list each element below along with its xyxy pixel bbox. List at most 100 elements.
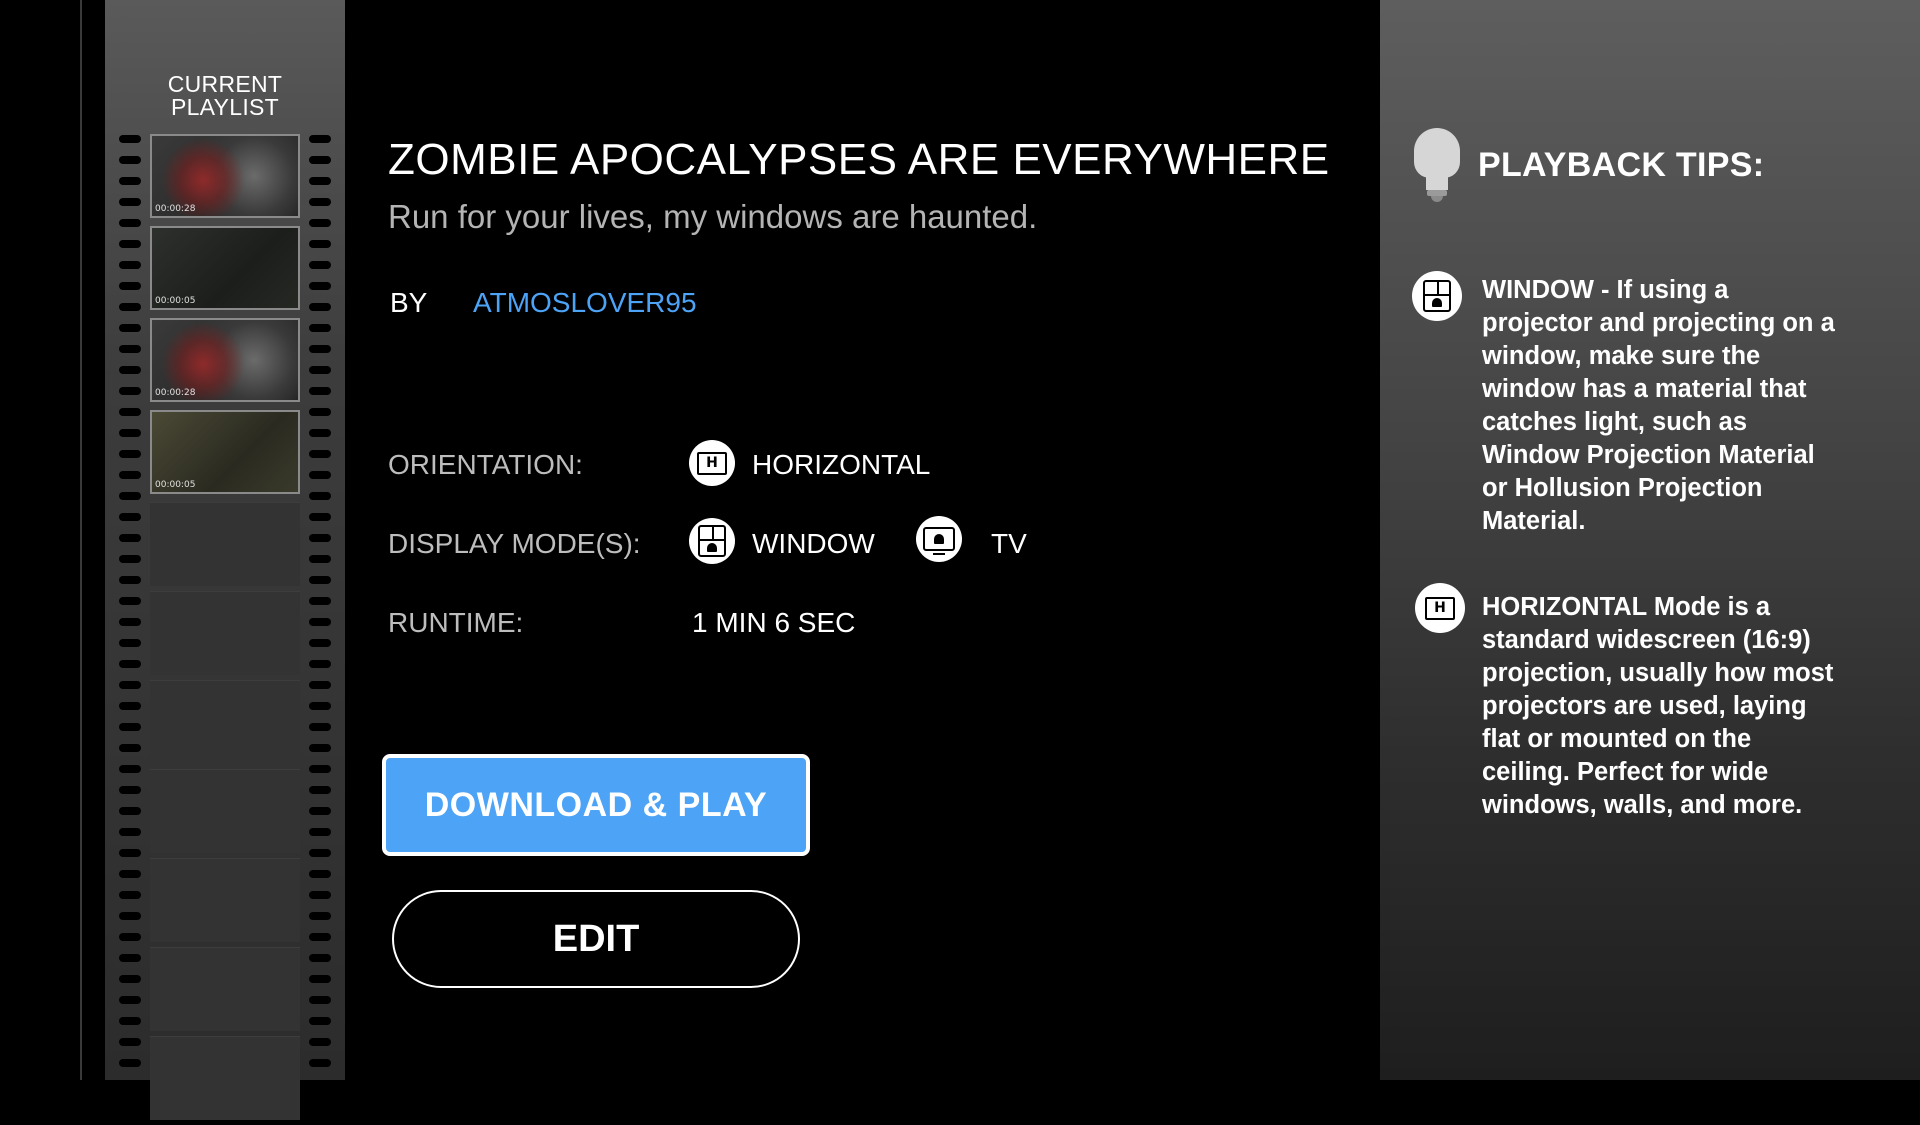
sprocket-hole <box>309 492 331 500</box>
sprocket-hole <box>119 555 141 563</box>
sprocket-hole <box>119 786 141 794</box>
playlist-title-line1: CURRENT <box>167 71 283 97</box>
sprocket-hole <box>309 240 331 248</box>
sprocket-hole <box>309 912 331 920</box>
sprocket-hole <box>309 576 331 584</box>
sprocket-hole <box>119 618 141 626</box>
edit-button[interactable]: EDIT <box>392 890 800 988</box>
sprocket-hole <box>119 429 141 437</box>
sprocket-hole <box>119 492 141 500</box>
playlist-clip[interactable]: 00:00:28 <box>150 134 300 218</box>
sprocket-hole <box>119 513 141 521</box>
sprocket-hole <box>119 282 141 290</box>
sprocket-hole <box>119 240 141 248</box>
sprocket-hole <box>309 471 331 479</box>
empty-playlist-slot <box>150 591 300 675</box>
sprocket-hole <box>309 849 331 857</box>
playlist-title-line2: PLAYLIST <box>170 94 280 120</box>
sprocket-hole <box>119 471 141 479</box>
sprocket-holes-right <box>308 135 332 1080</box>
sprocket-hole <box>309 807 331 815</box>
sprocket-hole <box>309 555 331 563</box>
sprocket-hole <box>309 702 331 710</box>
sprocket-hole <box>309 513 331 521</box>
edge-divider <box>80 0 82 1080</box>
sprocket-hole <box>119 450 141 458</box>
lightbulb-icon <box>1414 128 1460 208</box>
sprocket-hole <box>309 786 331 794</box>
sprocket-hole <box>309 996 331 1004</box>
sprocket-hole <box>119 954 141 962</box>
sprocket-hole <box>119 345 141 353</box>
video-details: ZOMBIE APOCALYPSES ARE EVERYWHERE Run fo… <box>382 0 1368 1080</box>
sprocket-hole <box>309 933 331 941</box>
sprocket-hole <box>309 870 331 878</box>
window-icon <box>1412 271 1462 321</box>
sprocket-hole <box>119 891 141 899</box>
empty-playlist-slot <box>150 858 300 942</box>
sprocket-hole <box>309 303 331 311</box>
sprocket-hole <box>309 156 331 164</box>
sprocket-hole <box>119 702 141 710</box>
app-root: CURRENT PLAYLIST 00:00:28 00:00:05 00:00… <box>0 0 1920 1120</box>
sprocket-hole <box>119 1038 141 1046</box>
sprocket-hole <box>119 933 141 941</box>
horizontal-icon: H <box>689 440 735 486</box>
sprocket-hole <box>309 219 331 227</box>
playback-tips-panel: PLAYBACK TIPS: WINDOW - If using a proje… <box>1380 0 1920 1080</box>
tips-title: PLAYBACK TIPS: <box>1478 146 1765 184</box>
sprocket-hole <box>119 219 141 227</box>
sprocket-hole <box>309 177 331 185</box>
sprocket-hole <box>119 303 141 311</box>
sprocket-hole <box>119 597 141 605</box>
playlist-clip[interactable]: 00:00:28 <box>150 318 300 402</box>
playlist-filmstrip: CURRENT PLAYLIST 00:00:28 00:00:05 00:00… <box>105 0 345 1120</box>
video-title: ZOMBIE APOCALYPSES ARE EVERYWHERE <box>388 135 1330 184</box>
horizontal-icon: H <box>1415 583 1465 633</box>
clip-duration: 00:00:28 <box>155 204 196 214</box>
playlist-clip[interactable]: 00:00:05 <box>150 410 300 494</box>
sprocket-hole <box>119 534 141 542</box>
horizontal-icon-glyph: H <box>697 451 727 475</box>
sprocket-hole <box>119 324 141 332</box>
sprocket-hole <box>119 975 141 983</box>
sprocket-hole <box>309 954 331 962</box>
sprocket-holes-left <box>118 135 142 1080</box>
empty-playlist-slot <box>150 947 300 1031</box>
sprocket-hole <box>309 198 331 206</box>
display-mode-window: WINDOW <box>752 528 875 559</box>
playlist-frames: 00:00:28 00:00:05 00:00:28 00:00:05 <box>150 134 300 1125</box>
sprocket-hole <box>309 597 331 605</box>
sprocket-hole <box>119 660 141 668</box>
sprocket-hole <box>309 723 331 731</box>
window-tip-text: WINDOW - If using a projector and projec… <box>1482 276 1835 535</box>
sprocket-hole <box>119 807 141 815</box>
sprocket-hole <box>309 639 331 647</box>
sprocket-hole <box>119 1017 141 1025</box>
sprocket-hole <box>309 891 331 899</box>
sprocket-hole <box>119 408 141 416</box>
sprocket-hole <box>119 723 141 731</box>
sprocket-hole <box>119 387 141 395</box>
playlist-title: CURRENT PLAYLIST <box>105 73 345 119</box>
sprocket-hole <box>309 828 331 836</box>
empty-playlist-slot <box>150 680 300 764</box>
author-link[interactable]: ATMOSLOVER95 <box>473 287 697 319</box>
sprocket-hole <box>119 996 141 1004</box>
download-play-button[interactable]: DOWNLOAD & PLAY <box>382 754 810 856</box>
orientation-value: HORIZONTAL <box>752 449 931 480</box>
sprocket-hole <box>309 1038 331 1046</box>
sprocket-hole <box>309 975 331 983</box>
sprocket-hole <box>309 618 331 626</box>
empty-playlist-slot <box>150 1036 300 1120</box>
empty-playlist-slot <box>150 502 300 586</box>
sprocket-hole <box>119 1059 141 1067</box>
playlist-clip[interactable]: 00:00:05 <box>150 226 300 310</box>
sprocket-hole <box>309 450 331 458</box>
sprocket-hole <box>119 156 141 164</box>
sprocket-hole <box>119 576 141 584</box>
display-mode-tv: TV <box>991 528 1027 559</box>
display-mode-label: DISPLAY MODE(S): <box>388 528 641 559</box>
tv-icon <box>916 516 962 562</box>
sprocket-hole <box>119 198 141 206</box>
